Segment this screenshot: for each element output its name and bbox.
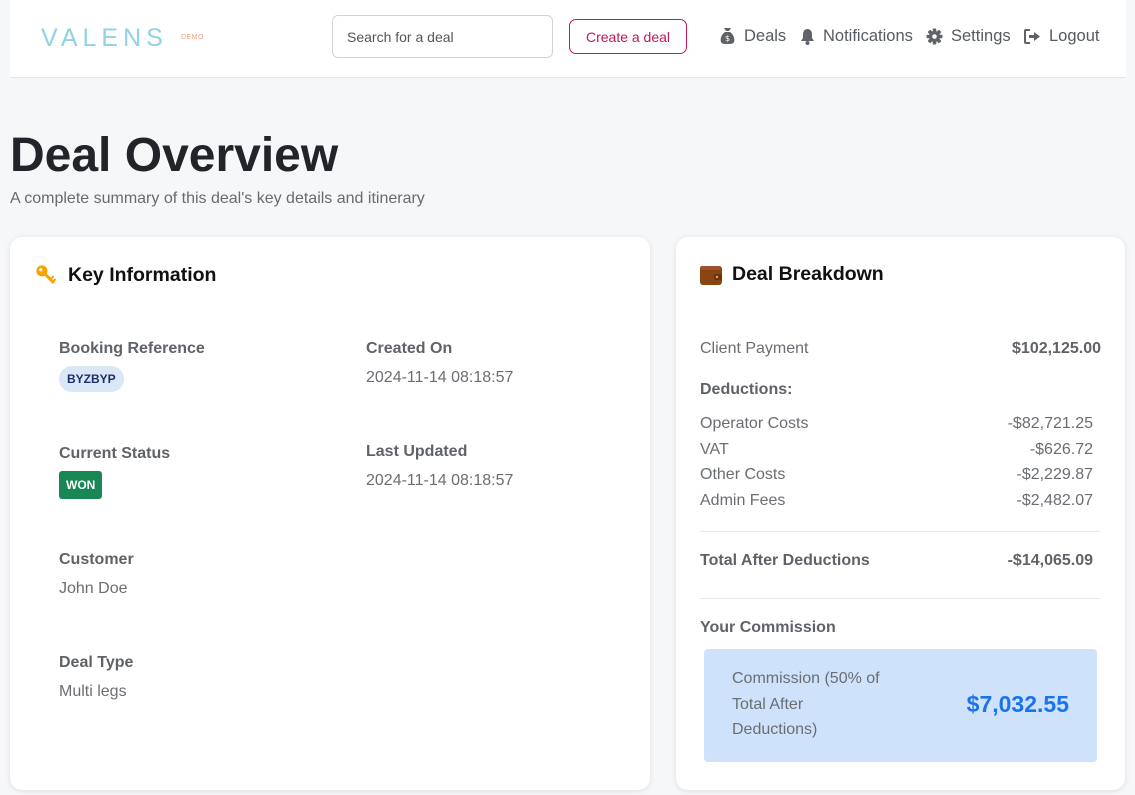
deduction-label: Other Costs — [700, 466, 786, 483]
created-on-value: 2024-11-14 08:18:57 — [366, 369, 514, 386]
page-title: Deal Overview — [10, 129, 339, 182]
divider — [700, 598, 1100, 599]
created-on-field: Created On 2024-11-14 08:18:57 — [366, 340, 513, 387]
deal-type-value: Multi legs — [59, 683, 127, 700]
deductions-heading: Deductions: — [700, 381, 793, 398]
bell-icon — [801, 28, 814, 45]
client-payment-row: Client Payment $102,125.00 — [700, 340, 1101, 358]
deal-type-label: Deal Type — [59, 654, 134, 671]
key-information-card: Key Information Booking Reference BYZBYP… — [10, 237, 650, 790]
commission-amount: $7,032.55 — [966, 691, 1069, 717]
deduction-label: Operator Costs — [700, 415, 809, 432]
total-after-deductions-row: Total After Deductions -$14,065.09 — [700, 552, 1101, 570]
brand-logo[interactable]: VALENS — [41, 24, 168, 53]
current-status-field: Current Status WON — [59, 445, 170, 499]
last-updated-value: 2024-11-14 08:18:57 — [366, 472, 514, 489]
deduction-value: -$626.72 — [1029, 441, 1093, 458]
create-deal-button[interactable]: Create a deal — [569, 19, 687, 54]
client-payment-label: Client Payment — [700, 340, 809, 357]
nav-notifications-label: Notifications — [823, 26, 913, 45]
client-payment-value: $102,125.00 — [1012, 340, 1101, 357]
deduction-row: Operator Costs -$82,721.25 — [700, 415, 1101, 433]
key-information-header: Key Information — [34, 263, 216, 288]
deal-breakdown-card: Deal Breakdown Client Payment $102,125.0… — [676, 237, 1125, 790]
commission-box: Commission (50% of Total After Deduction… — [704, 649, 1097, 762]
last-updated-label: Last Updated — [366, 443, 468, 460]
money-bag-icon: $ — [720, 28, 735, 44]
nav-settings-label: Settings — [951, 26, 1011, 45]
customer-value: John Doe — [59, 580, 128, 597]
svg-text:$: $ — [725, 34, 730, 43]
brand-demo-tag: DEMO — [181, 34, 204, 41]
total-label: Total After Deductions — [700, 552, 870, 569]
customer-field: Customer John Doe — [59, 551, 134, 598]
total-value: -$14,065.09 — [1007, 552, 1093, 569]
deal-breakdown-title: Deal Breakdown — [732, 263, 884, 285]
nav-settings-link[interactable]: Settings — [926, 25, 1011, 47]
commission-description: Commission (50% of Total After Deduction… — [732, 670, 880, 738]
booking-reference-badge: BYZBYP — [59, 366, 124, 392]
key-information-title: Key Information — [68, 264, 217, 286]
current-status-label: Current Status — [59, 445, 171, 462]
deduction-value: -$2,482.07 — [1016, 492, 1093, 509]
booking-reference-label: Booking Reference — [59, 340, 205, 357]
deduction-row: VAT -$626.72 — [700, 441, 1101, 459]
last-updated-field: Last Updated 2024-11-14 08:18:57 — [366, 443, 513, 490]
logout-icon — [1024, 28, 1040, 44]
wallet-icon — [700, 265, 722, 285]
gear-icon — [926, 28, 943, 44]
deduction-row: Other Costs -$2,229.87 — [700, 466, 1101, 484]
deduction-value: -$82,721.25 — [1007, 415, 1093, 432]
nav-notifications-link[interactable]: Notifications — [800, 25, 913, 47]
divider — [700, 531, 1100, 532]
search-input[interactable] — [332, 15, 553, 58]
deal-breakdown-header: Deal Breakdown — [699, 263, 884, 286]
deduction-value: -$2,229.87 — [1016, 466, 1093, 483]
booking-reference-field: Booking Reference BYZBYP — [59, 340, 205, 392]
deduction-label: Admin Fees — [700, 492, 786, 509]
key-icon — [36, 265, 57, 284]
nav-logout-label: Logout — [1049, 26, 1100, 45]
your-commission-heading: Your Commission — [700, 619, 836, 636]
nav-logout-link[interactable]: Logout — [1024, 25, 1099, 47]
nav-deals-label: Deals — [744, 26, 787, 45]
deal-type-field: Deal Type Multi legs — [59, 654, 133, 701]
created-on-label: Created On — [366, 340, 453, 357]
status-badge: WON — [59, 471, 103, 499]
customer-label: Customer — [59, 551, 134, 568]
deduction-row: Admin Fees -$2,482.07 — [700, 492, 1101, 510]
top-navbar: VALENS DEMO Create a deal $ Deals Notifi… — [10, 0, 1126, 78]
deduction-label: VAT — [700, 441, 729, 458]
page-subtitle: A complete summary of this deal's key de… — [10, 190, 425, 207]
nav-deals-link[interactable]: $ Deals — [719, 25, 786, 47]
